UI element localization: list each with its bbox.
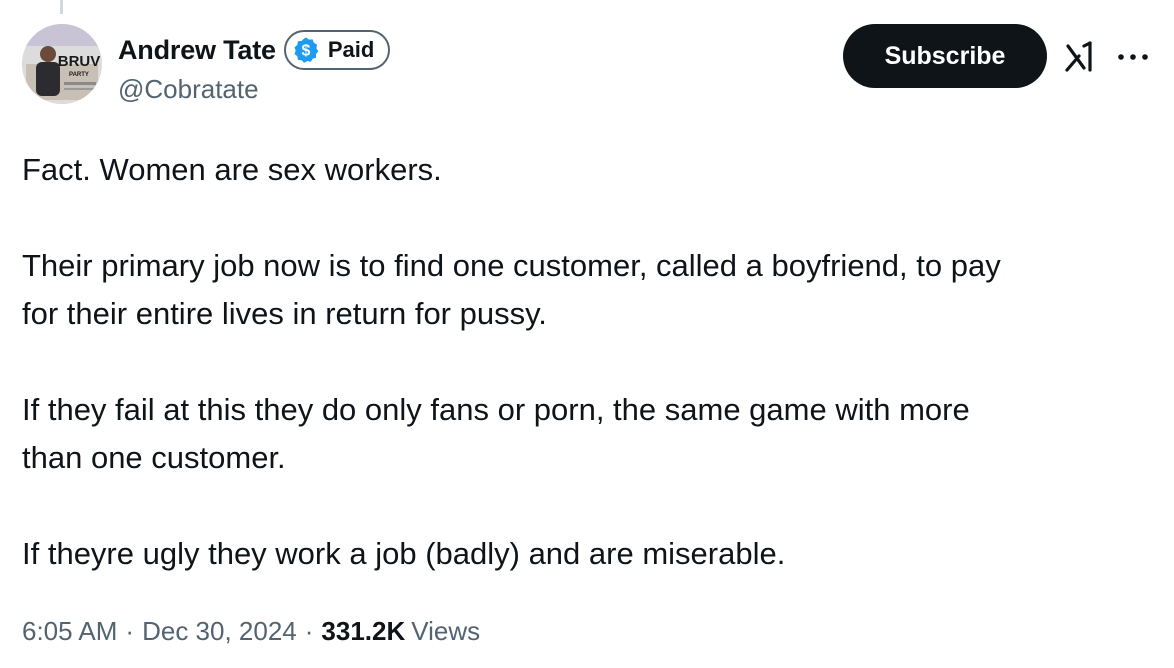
dollar-coin-icon: $ <box>294 37 319 63</box>
grok-icon[interactable] <box>1064 40 1098 74</box>
avatar-image: BRUV PARTY <box>22 24 102 104</box>
views-label: Views <box>411 615 481 646</box>
tweet-time[interactable]: 6:05 AM <box>22 616 117 647</box>
tweet-body: Fact. Women are sex workers. Their prima… <box>22 146 1152 578</box>
meta-separator: · <box>304 615 314 646</box>
avatar-logo-text: BRUV <box>58 53 101 70</box>
tweet-paragraph: If they fail at this they do only fans o… <box>22 392 970 475</box>
paragraph-spacer <box>22 194 1152 242</box>
avatar[interactable]: BRUV PARTY <box>22 24 102 104</box>
tweet-date[interactable]: Dec 30, 2024 <box>142 616 297 647</box>
tweet-paragraph: If theyre ugly they work a job (badly) a… <box>22 536 786 571</box>
meta-separator: · <box>125 615 135 646</box>
views-count[interactable]: 331.2K <box>321 616 405 647</box>
author-handle[interactable]: @Cobratate <box>118 74 390 105</box>
tweet-header: BRUV PARTY Andrew Tate $ Paid @Cobratate… <box>22 24 1152 106</box>
paid-badge[interactable]: $ Paid <box>283 30 391 70</box>
paragraph-spacer <box>22 482 1152 530</box>
tweet-metadata: 6:05 AM · Dec 30, 2024 · 331.2K Views <box>22 612 480 650</box>
tweet-paragraph: Their primary job now is to find one cus… <box>22 248 1001 331</box>
paragraph-spacer <box>22 338 1152 386</box>
more-dots-icon[interactable] <box>1114 42 1152 72</box>
paid-badge-label: Paid <box>327 37 375 62</box>
author-info: Andrew Tate $ Paid @Cobratate <box>118 30 391 105</box>
author-name-row: Andrew Tate $ Paid <box>118 30 391 70</box>
svg-text:$: $ <box>301 43 310 60</box>
author-display-name[interactable]: Andrew Tate <box>118 35 276 66</box>
subscribe-button[interactable]: Subscribe <box>843 24 1047 88</box>
avatar-logo-subtext: PARTY <box>69 72 89 78</box>
tweet-paragraph: Fact. Women are sex workers. <box>22 152 442 187</box>
thread-connector-line <box>60 0 63 14</box>
